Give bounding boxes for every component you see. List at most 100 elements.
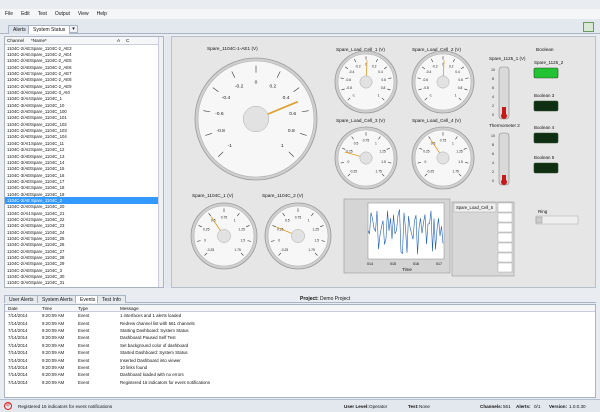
ring-control [535, 215, 579, 225]
event-row[interactable]: 7/14/2014 9:20:09 AM Event Inserted Dashboa… [5, 356, 595, 363]
boolean-label: Spare_1125_2 [534, 60, 564, 65]
channel-name-cell: Spare_1104C-2_AE5 [31, 58, 72, 64]
cell1-gauge-tick-label: 0.6 [381, 78, 386, 82]
event-row[interactable]: 7/14/2014 9:20:09 AM Event 1 interfaces and… [5, 312, 595, 319]
event-row[interactable]: 7/14/2014 9:20:09 AM Event Starting Dashboa… [5, 327, 595, 334]
status-message: Registered 16 indicators for event notif… [18, 404, 113, 409]
app-window: File Edit Test Output View Help Alerts S… [0, 0, 600, 412]
dropdown-item-box [497, 242, 513, 253]
event-row[interactable]: 7/14/2014 9:20:09 AM Event Registered 16 in… [5, 379, 595, 386]
menu-test[interactable]: Test [38, 11, 47, 17]
channel-name-cell: Spare_1104C_23 [31, 223, 65, 229]
gauge-cell3-title: Spare_Load_Cell_3 (V) [336, 118, 385, 123]
channel-name-cell: Spare_1104C_103 [31, 128, 67, 134]
menu-file[interactable]: File [5, 11, 13, 17]
col-time[interactable]: Time [42, 306, 78, 311]
event-time: 9:20:09 AM [42, 342, 65, 348]
menu-help[interactable]: Help [97, 11, 107, 17]
channel-name-cell: Spare_1104C_30 [31, 274, 65, 280]
event-row[interactable]: 7/14/2014 9:20:09 AM Event Redrew channel l… [5, 319, 595, 326]
cell1-gauge-tick-label: -0.4 [349, 70, 355, 74]
col-message[interactable]: Message [120, 306, 520, 311]
dashboard-panel: Spare_1104C-1-AE1 (V) -1 -0.8 -0.6 -0.4 -0.2 0… [171, 36, 596, 288]
channel-cell: 1104C-2/AE8 [7, 77, 31, 83]
gauge-s1-title: Spare_1104C_1 (V) [192, 193, 234, 198]
col-date[interactable]: Date [5, 306, 42, 311]
chart-x-tick: 017 [436, 262, 442, 266]
big-gauge-tick-label: 0.6 [289, 111, 296, 117]
channel-cell: 1104C-2/AE9 [7, 109, 31, 115]
event-row[interactable]: 7/14/2014 9:20:09 AM Event Started Dashboar… [5, 349, 595, 356]
channel-cell: 1104C-3/AI8 [7, 102, 31, 108]
channel-name-cell: Spare_1104C-3_AI0 [31, 90, 70, 96]
event-row[interactable]: 7/14/2014 9:20:09 AM Event 10 links found [5, 364, 595, 371]
tab-user-alerts[interactable]: User Alerts [4, 295, 39, 303]
s1-gauge-tick-label: 1.5 [241, 238, 246, 242]
s2-gauge-tick-label: 1.25 [313, 227, 320, 231]
thermo1-title: Spare_1125_1 (V) [489, 56, 526, 61]
col-channel[interactable]: Channel [5, 38, 31, 43]
big-gauge-tick-label: 1 [281, 143, 284, 149]
splitter[interactable] [165, 36, 170, 288]
alerts-label: Alerts: [516, 404, 531, 409]
event-row[interactable]: 7/14/2014 9:20:09 AM Event Dashboard loaded… [5, 371, 595, 378]
channels-value: 561 [503, 404, 511, 409]
tab-dropdown-icon[interactable]: ▾ [69, 25, 78, 33]
big-gauge-tick-label: 0.2 [269, 84, 276, 90]
event-message: Inserted Dashboard into viewer [120, 357, 181, 363]
dropdown-item-box [497, 212, 513, 223]
project-name: Demo Project [320, 296, 351, 302]
event-message: Dashboard Paused Self Test [120, 335, 176, 341]
s2-gauge-tick-label: 0.75 [295, 215, 302, 219]
big-gauge-tick-label: 0 [255, 79, 258, 85]
ring-handle [535, 216, 543, 224]
s2-gauge-tick-label: 1.75 [308, 248, 315, 252]
event-date: 7/14/2014 [8, 372, 28, 378]
channel-cell: 1104C-2/AE6 [7, 64, 31, 70]
channel-name-cell: Spare_1104C_102 [31, 121, 67, 127]
big-gauge-tick-label: -0.4 [222, 95, 231, 101]
channel-name-cell: Spare_1104C_26 [31, 242, 65, 248]
channel-cell: 1104C-2/AE4 [7, 52, 31, 58]
channel-list-scrollbar[interactable] [158, 37, 163, 287]
dropdown-label[interactable]: Spare_Load_Cell_5 [456, 205, 494, 210]
channel-name-cell: Spare_1104C-2_AE4 [31, 52, 72, 58]
event-time: 9:20:09 AM [42, 372, 65, 378]
tab-system-alerts[interactable]: System Alerts [37, 295, 78, 303]
menu-view[interactable]: View [78, 11, 89, 17]
event-row[interactable]: 7/14/2014 9:20:09 AM Event Dashboard Paused… [5, 334, 595, 341]
event-message: 1 interfaces and 1 alerts loaded [120, 313, 182, 319]
tab-system-status[interactable]: System Status [28, 25, 71, 34]
event-time: 9:20:09 AM [42, 335, 65, 341]
tab-test-info[interactable]: Test Info [97, 295, 126, 303]
channel-cell: 1104C-2/AE9 [7, 261, 31, 267]
event-time: 9:20:09 AM [42, 357, 65, 363]
channel-cell: 1104C-3/AI0 [7, 274, 31, 280]
channel-cell: 1104C-2/AE9 [7, 83, 31, 89]
alerts-value: 0/1 [534, 404, 541, 409]
col-c[interactable]: C [126, 38, 135, 43]
channel-name-cell: Spare_1104C_15 [31, 166, 65, 172]
event-row[interactable]: 7/14/2014 9:20:09 AM Event Set background c… [5, 342, 595, 349]
col-name[interactable]: *Name* [31, 38, 117, 43]
chart-xlabel: Time [402, 267, 412, 272]
menu-output[interactable]: Output [55, 11, 70, 17]
col-a[interactable]: A [117, 38, 126, 43]
channel-name-cell: Spare_1104C_25 [31, 235, 65, 241]
event-date: 7/14/2014 [8, 313, 28, 319]
event-date: 7/14/2014 [8, 320, 28, 326]
menu-edit[interactable]: Edit [21, 11, 30, 17]
error-icon: ⊘ [4, 402, 12, 410]
cell4-gauge-tick-label: 1.75 [452, 169, 459, 173]
dashboard-icon[interactable] [583, 22, 594, 32]
event-time: 9:20:09 AM [42, 379, 65, 385]
channel-row[interactable]: 1104C-3/AI0 Spare_1104C_31 [5, 280, 163, 286]
big-gauge-tick-label: 0.4 [283, 95, 290, 101]
col-type[interactable]: Type [78, 306, 120, 311]
event-type: Event [78, 327, 90, 333]
event-type: Event [78, 335, 90, 341]
channel-name-cell: Spare_1104C_28 [31, 255, 65, 261]
thermo2-bulb [501, 179, 507, 185]
channel-rows: 1104C-2/AE3 Spare_1104C-2_AE3 1104C-2/AE4 S… [5, 45, 163, 286]
channel-name-cell: Spare_1104C-2_AE6 [31, 64, 72, 70]
